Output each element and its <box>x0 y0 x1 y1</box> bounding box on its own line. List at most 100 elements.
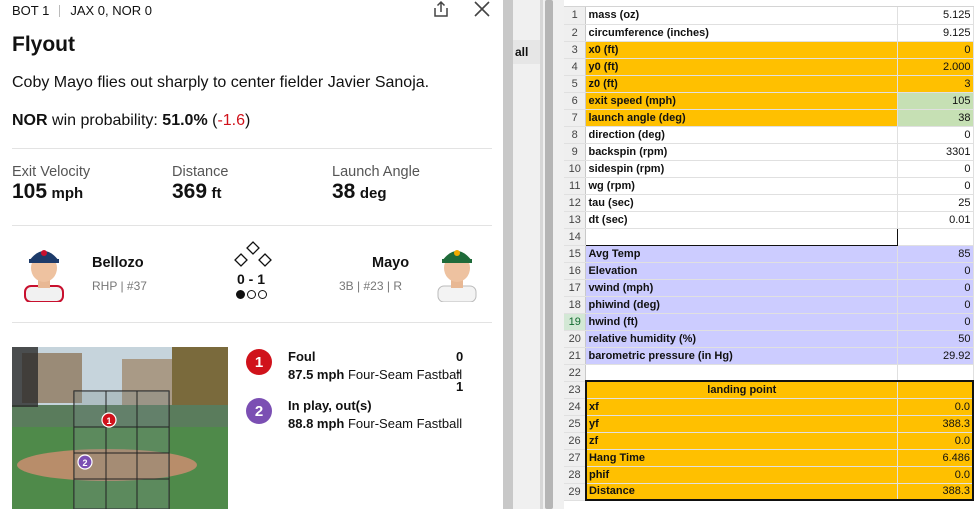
close-icon[interactable] <box>473 0 491 18</box>
cell-label[interactable]: launch angle (deg) <box>585 109 898 127</box>
cell-value[interactable]: 38 <box>897 109 974 127</box>
cell-value[interactable]: 0.0 <box>897 466 974 484</box>
row-number[interactable]: 23 <box>564 381 587 399</box>
sheet-row[interactable]: 22 <box>564 364 974 382</box>
cell-label[interactable]: zf <box>584 432 898 450</box>
sheet-row[interactable]: 6 exit speed (mph) 105 <box>564 92 974 110</box>
sheet-row[interactable]: 18 phiwind (deg) 0 <box>564 296 974 314</box>
cell-label[interactable]: backspin (rpm) <box>585 143 898 161</box>
sheet-row[interactable]: 26 zf 0.0 <box>564 432 974 450</box>
cell-value[interactable]: 0.0 <box>897 398 974 416</box>
sheet-row[interactable]: 15 Avg Temp 85 <box>564 245 974 263</box>
sheet-row[interactable]: 16 Elevation 0 <box>564 262 974 280</box>
cell-value[interactable]: 29.92 <box>897 347 974 365</box>
cell-value[interactable]: 388.3 <box>897 415 974 433</box>
row-number[interactable]: 4 <box>564 58 587 76</box>
batter-avatar[interactable] <box>432 242 482 302</box>
cell-label[interactable]: phif <box>584 466 898 484</box>
sheet-row[interactable]: 7 launch angle (deg) 38 <box>564 109 974 127</box>
row-number[interactable]: 5 <box>564 75 587 93</box>
row-number[interactable]: 13 <box>564 211 587 229</box>
background-tab-label[interactable]: all <box>513 40 543 64</box>
row-number[interactable]: 15 <box>564 245 587 263</box>
row-number[interactable]: 29 <box>564 483 587 501</box>
cell-value[interactable]: 105 <box>897 92 974 110</box>
cell-label[interactable]: sidespin (rpm) <box>585 160 898 178</box>
row-number[interactable]: 2 <box>564 24 587 42</box>
row-number[interactable]: 20 <box>564 330 587 348</box>
row-number[interactable]: 14 <box>564 228 587 246</box>
cell-value[interactable] <box>897 228 974 246</box>
row-number[interactable]: 16 <box>564 262 587 280</box>
cell-value[interactable]: 0 <box>897 296 974 314</box>
scrollbar[interactable] <box>503 0 513 509</box>
sheet-row[interactable]: 9 backspin (rpm) 3301 <box>564 143 974 161</box>
cell-value[interactable]: 3 <box>897 75 974 93</box>
row-number[interactable]: 12 <box>564 194 587 212</box>
cell-value[interactable]: 0 <box>897 160 974 178</box>
cell-label[interactable]: mass (oz) <box>585 7 898 25</box>
cell-value[interactable] <box>897 380 974 399</box>
sheet-row[interactable]: 4 y0 (ft) 2.000 <box>564 58 974 76</box>
row-number[interactable]: 21 <box>564 347 587 365</box>
cell-label[interactable]: vwind (mph) <box>585 279 898 297</box>
cell-value[interactable]: 0 <box>897 313 974 331</box>
row-number[interactable]: 8 <box>564 126 587 144</box>
sheet-row[interactable]: 20 relative humidity (%) 50 <box>564 330 974 348</box>
sheet-row[interactable]: 24 xf 0.0 <box>564 398 974 416</box>
share-icon[interactable] <box>432 0 450 18</box>
cell-label[interactable]: yf <box>584 415 898 433</box>
scrollbar[interactable] <box>545 0 553 509</box>
cell-label[interactable]: tau (sec) <box>585 194 898 212</box>
row-number[interactable]: 27 <box>564 449 587 467</box>
cell-label[interactable]: Elevation <box>585 262 898 280</box>
cell-label[interactable]: phiwind (deg) <box>585 296 898 314</box>
sheet-row[interactable]: 12 tau (sec) 25 <box>564 194 974 212</box>
row-number[interactable]: 25 <box>564 415 587 433</box>
cell-value[interactable]: 50 <box>897 330 974 348</box>
sheet-row[interactable]: 1 mass (oz) 5.125 <box>564 7 974 25</box>
sheet-row[interactable]: 5 z0 (ft) 3 <box>564 75 974 93</box>
cell-value[interactable]: 388.3 <box>897 483 974 501</box>
row-number[interactable]: 17 <box>564 279 587 297</box>
cell-value[interactable]: 0 <box>897 262 974 280</box>
sheet-row[interactable]: 3 x0 (ft) 0 <box>564 41 974 59</box>
sheet-row[interactable]: 17 vwind (mph) 0 <box>564 279 974 297</box>
cell-value[interactable]: 0.01 <box>897 211 974 229</box>
sheet-row[interactable]: 19 hwind (ft) 0 <box>564 313 974 331</box>
cell-label[interactable]: exit speed (mph) <box>585 92 898 110</box>
sheet-row[interactable]: 25 yf 388.3 <box>564 415 974 433</box>
row-number[interactable]: 18 <box>564 296 587 314</box>
row-number[interactable]: 1 <box>564 7 587 25</box>
pitch-location-image[interactable]: 1 2 <box>12 347 228 509</box>
cell-label[interactable]: wg (rpm) <box>585 177 898 195</box>
cell-value[interactable] <box>897 364 974 382</box>
row-number[interactable]: 6 <box>564 92 587 110</box>
cell-label[interactable]: z0 (ft) <box>585 75 898 93</box>
sheet-row[interactable]: 2 circumference (inches) 9.125 <box>564 24 974 42</box>
cell-value[interactable]: 0 <box>897 279 974 297</box>
cell-value[interactable]: 0 <box>897 177 974 195</box>
sheet-row[interactable]: 13 dt (sec) 0.01 <box>564 211 974 229</box>
sheet-row[interactable]: 27 Hang Time 6.486 <box>564 449 974 467</box>
cell-value[interactable]: 5.125 <box>897 7 974 25</box>
cell-label[interactable]: direction (deg) <box>585 126 898 144</box>
cell-label[interactable]: hwind (ft) <box>585 313 898 331</box>
row-number[interactable]: 28 <box>564 466 587 484</box>
cell-label[interactable] <box>585 364 898 382</box>
row-number[interactable]: 26 <box>564 432 587 450</box>
cell-value[interactable]: 3301 <box>897 143 974 161</box>
cell-label[interactable]: dt (sec) <box>585 211 898 229</box>
row-number[interactable]: 19 <box>564 313 587 331</box>
cell-label[interactable]: Hang Time <box>584 449 898 467</box>
cell-label[interactable]: Avg Temp <box>585 245 898 263</box>
cell-label[interactable]: circumference (inches) <box>585 24 898 42</box>
sheet-row[interactable]: 11 wg (rpm) 0 <box>564 177 974 195</box>
row-number[interactable]: 9 <box>564 143 587 161</box>
row-number[interactable]: 24 <box>564 398 587 416</box>
cell-label[interactable]: Distance <box>584 483 898 501</box>
sheet-row[interactable]: 10 sidespin (rpm) 0 <box>564 160 974 178</box>
cell-value[interactable]: 0.0 <box>897 432 974 450</box>
sheet-row[interactable]: 8 direction (deg) 0 <box>564 126 974 144</box>
cell-value[interactable]: 6.486 <box>897 449 974 467</box>
